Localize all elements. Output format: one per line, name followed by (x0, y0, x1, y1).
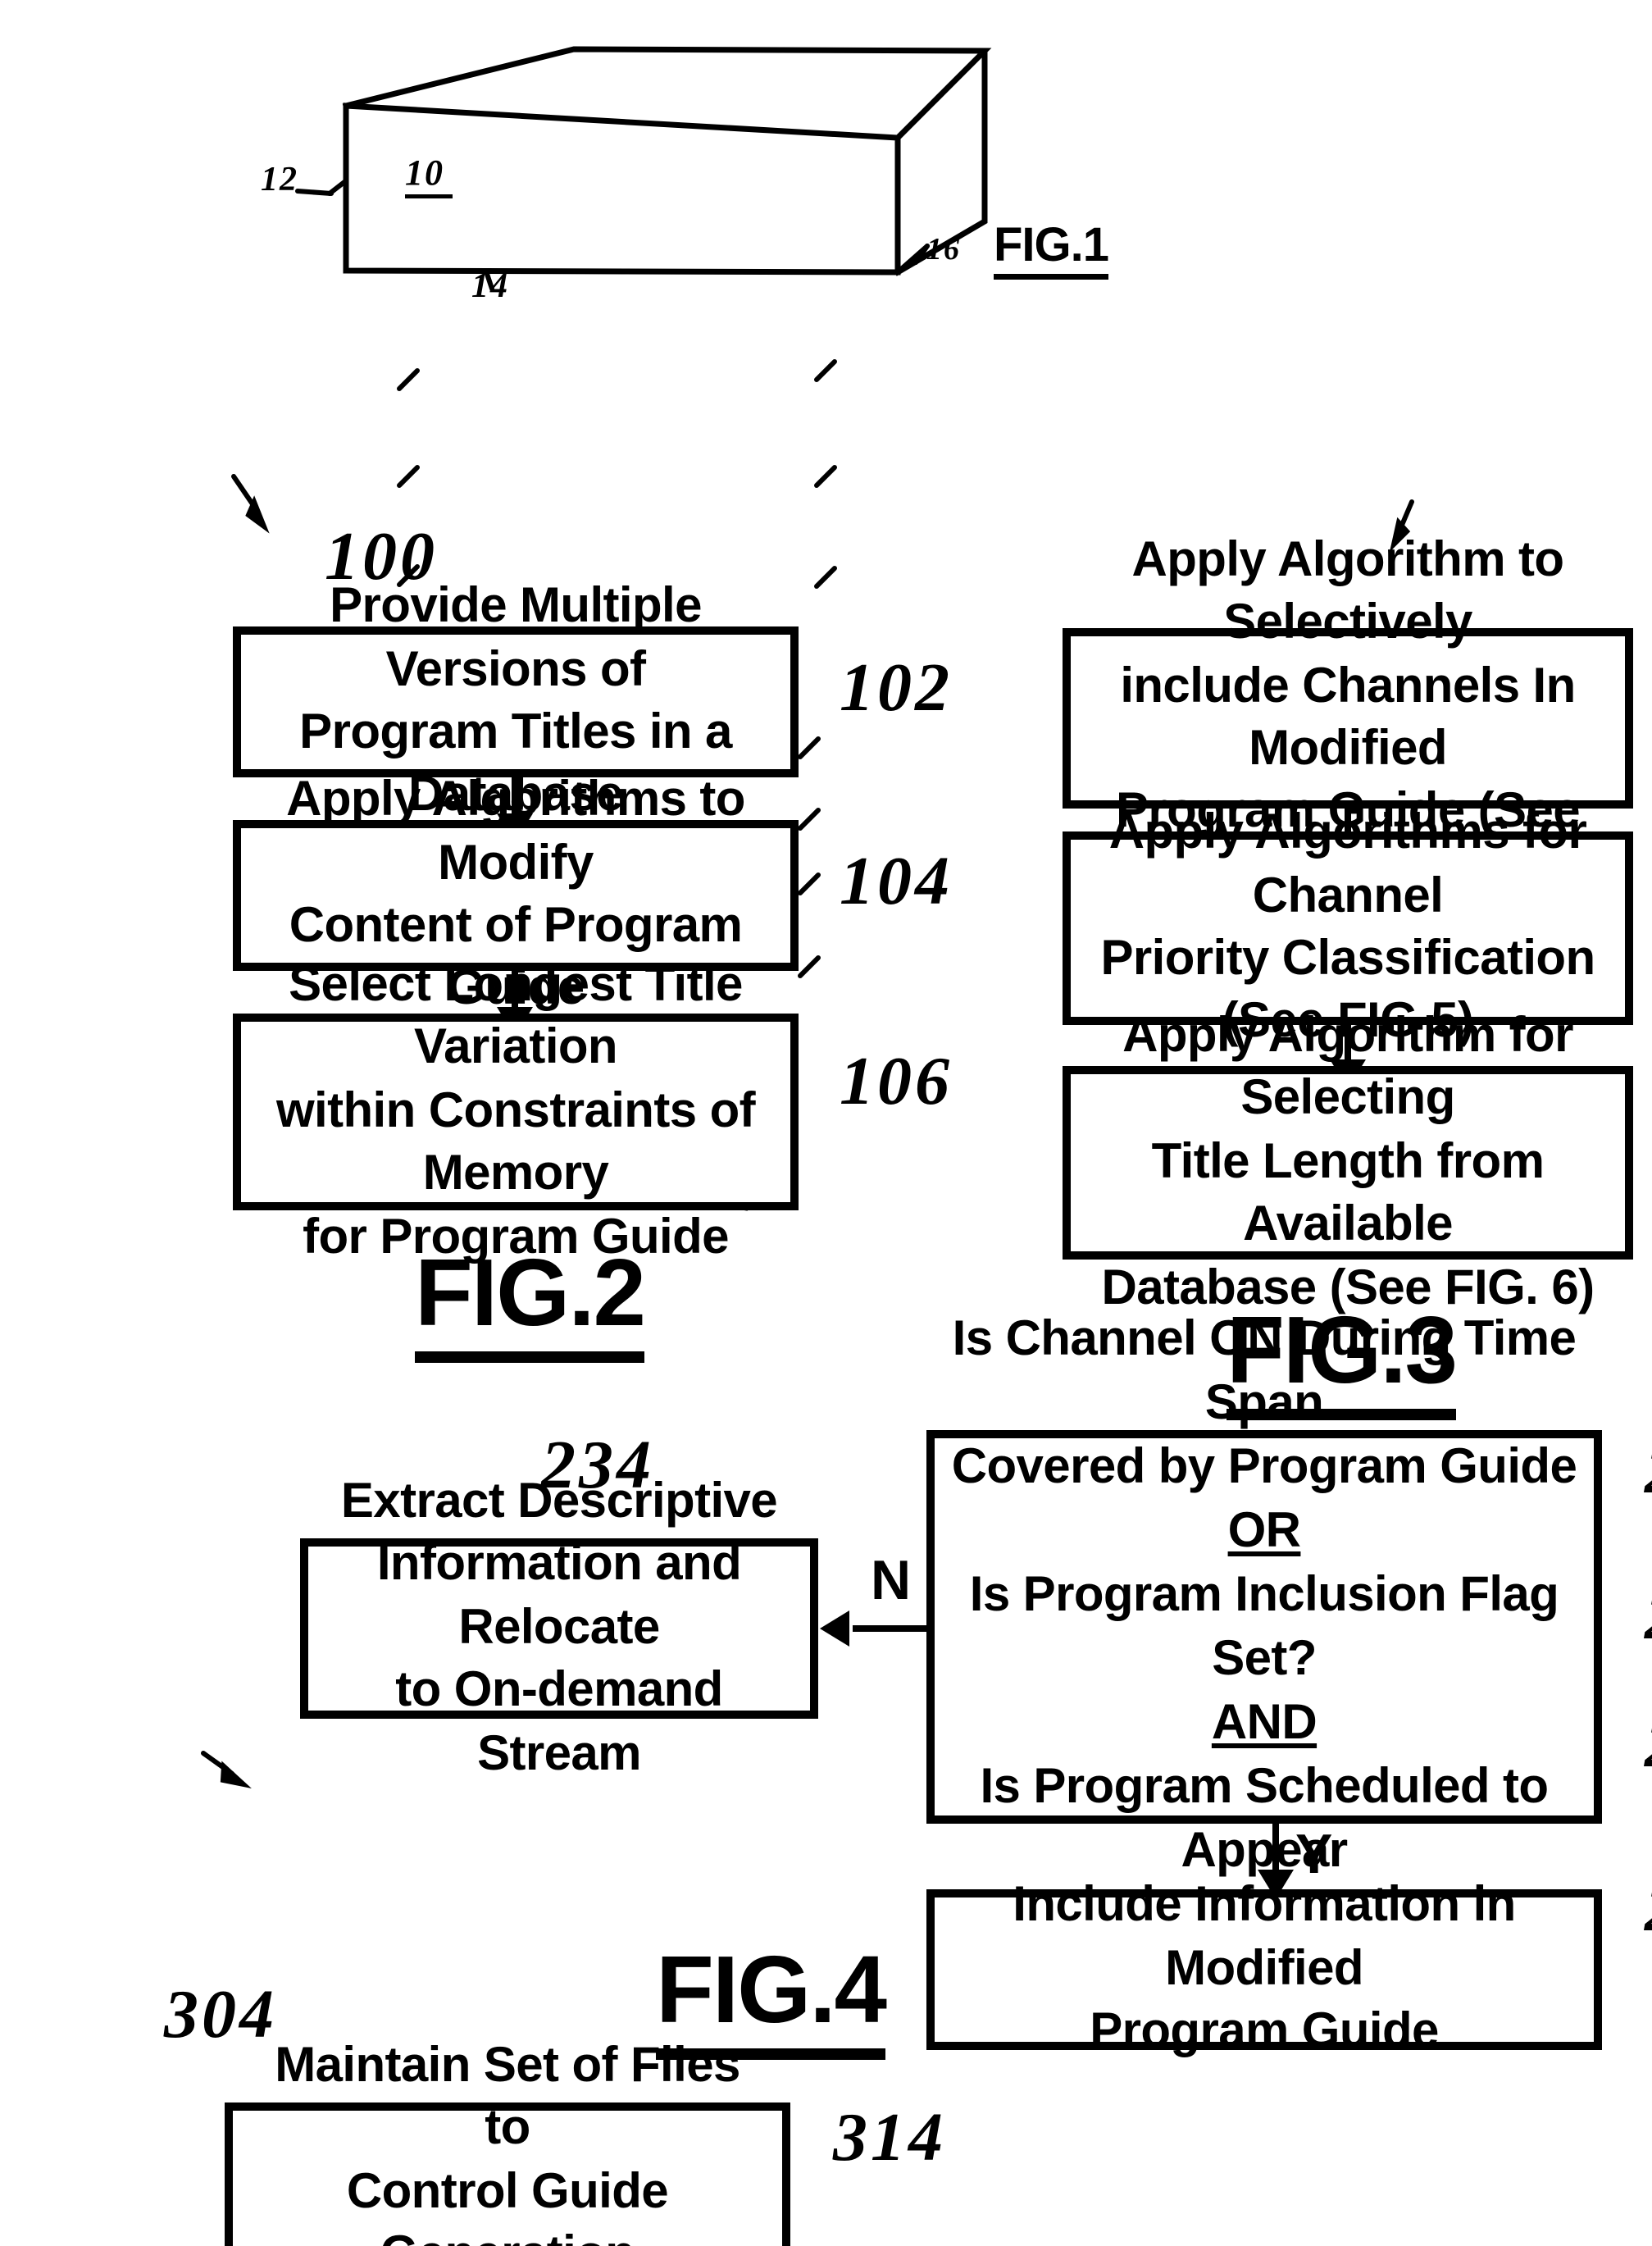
fig5-ref-314: 314 (833, 2101, 946, 2176)
fig4-no-branch-text: Extract Descriptive Information and Relo… (340, 1474, 778, 1781)
fig3-step-404-box: Apply Algorithm for Selecting Title Leng… (1063, 1009, 1633, 1314)
fig4-decision-text: Is Channel ON During Time Span Covered b… (935, 1307, 1594, 1947)
fig2-step-106-box: Select Longest Title Variation within Co… (233, 958, 799, 1264)
fig1-caption: FIG.1 (994, 217, 1109, 280)
fig2-ref-106: 106 (840, 1045, 953, 1120)
fig4-decision-box: Is Channel ON During Time Span Covered b… (926, 1312, 1602, 1942)
fig1-callout-14: 14 (471, 267, 509, 305)
fig4-ref-214: 214 (1645, 1432, 1652, 1510)
fig1-callout-16: 16 (926, 232, 961, 267)
fig4-ref-224: 224 (1645, 1578, 1652, 1656)
fig5-step-314-text: Maintain Set of Files to Control Guide G… (275, 2039, 740, 2246)
fig4-no-branch-connector (853, 1625, 930, 1632)
fig4-yes-branch-text: Include Information in Modified Program … (1013, 1878, 1516, 2059)
fig1-object-label: 10 (405, 152, 453, 198)
fig4-decision-line-2: Covered by Program Guide (951, 1440, 1577, 1494)
fig2-caption: FIG.2 (415, 1238, 646, 1363)
fig4-ref-234: 234 (1645, 1706, 1652, 1784)
fig3-step-404-text: Apply Algorithm for Selecting Title Leng… (1101, 1009, 1595, 1315)
fig1-object-label-underline (405, 194, 453, 198)
fig2-caption-underline (415, 1351, 645, 1363)
fig3-step-204-box: Apply Algorithm to Selectively include C… (1063, 533, 1633, 902)
fig5-step-314-box: Maintain Set of Files to Control Guide G… (225, 2039, 790, 2246)
fig2-step-104-box: Apply Algorithms to Modify Content of Pr… (233, 772, 799, 1016)
fig1-caption-underline (994, 274, 1109, 280)
fig2-ref-104: 104 (840, 845, 953, 920)
fig4-yes-branch-box: Include Information in Modified Program … (926, 1879, 1602, 2058)
fig2-step-102-box: Provide Multiple Versions of Program Tit… (233, 579, 799, 822)
fig1-callout-12: 12 (261, 161, 298, 198)
fig4-decision-operator-and: AND (1211, 1696, 1318, 1750)
fig2-step-106-text: Select Longest Title Variation within Co… (275, 958, 756, 1264)
fig4-decision-line-1: Is Channel ON During Time Span (952, 1312, 1577, 1430)
fig4-decision-line-4: Is Program Inclusion Flag Set? (969, 1568, 1559, 1686)
fig4-decision-line-6: Is Program Scheduled to Appear (980, 1760, 1549, 1878)
fig4-ref-244: 244 (1645, 1870, 1652, 1948)
fig4-no-branch-box: Extract Descriptive Information and Relo… (300, 1474, 818, 1780)
patent-drawing-sheet: 100 Provide Multiple Versions of Program… (0, 0, 1652, 2246)
fig4-no-branch-arrow (820, 1610, 849, 1647)
fig4-decision-operator-or: OR (1227, 1504, 1301, 1558)
drawing-scale-layer: 100 Provide Multiple Versions of Program… (0, 0, 1652, 2246)
fig2-ref-102: 102 (840, 651, 953, 727)
fig4-branch-label-n: N (871, 1550, 912, 1612)
fig3-step-304-box: Apply Algorithms for Channel Priority Cl… (1063, 805, 1633, 1049)
